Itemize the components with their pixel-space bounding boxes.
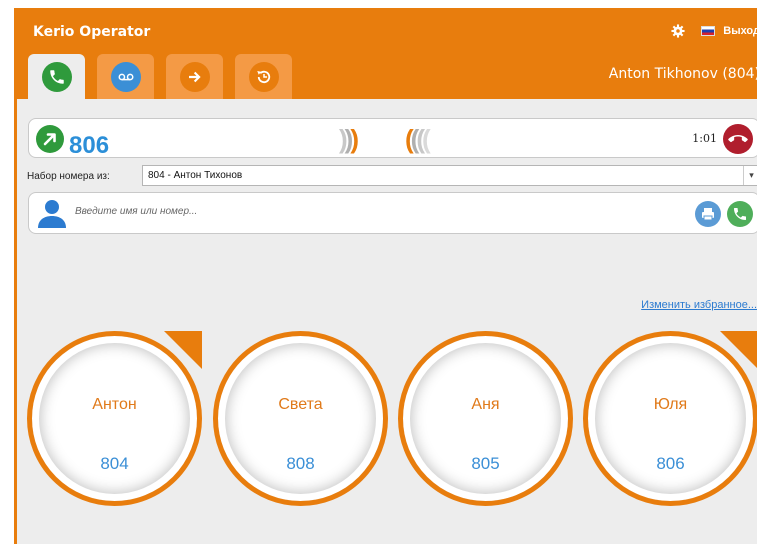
favorite-contact[interactable]: Антон 804 bbox=[27, 331, 202, 506]
favorite-corner-marker bbox=[720, 331, 757, 369]
favorite-name: Света bbox=[278, 396, 323, 413]
favorite-name: Юля bbox=[653, 396, 688, 413]
dial-from-value: 804 - Антон Тихонов bbox=[148, 170, 243, 181]
favorite-contact[interactable]: Аня 805 bbox=[398, 331, 573, 506]
contact-search-bar bbox=[28, 192, 757, 234]
tab-calls[interactable] bbox=[28, 54, 85, 99]
outgoing-arrow-icon bbox=[36, 125, 64, 153]
favorite-extension: 806 bbox=[656, 454, 685, 473]
favorite-circle bbox=[398, 331, 573, 506]
signal-in-icon: (((( bbox=[405, 124, 431, 154]
chevron-down-icon[interactable]: ▾ bbox=[743, 166, 757, 185]
russian-flag-icon[interactable] bbox=[701, 26, 716, 36]
phone-icon bbox=[41, 61, 72, 92]
arrow-right-icon bbox=[179, 61, 210, 92]
logout-link[interactable]: Выход bbox=[723, 25, 757, 37]
edit-favorites-link[interactable]: Изменить избранное... bbox=[641, 299, 757, 311]
favorite-extension: 804 bbox=[100, 454, 129, 473]
kerio-operator-window: Kerio Operator Выход Anton Tikhonov (804… bbox=[14, 8, 757, 544]
call-number: 806 bbox=[69, 132, 110, 159]
hangup-icon[interactable] bbox=[723, 124, 753, 154]
main-tabs bbox=[28, 54, 292, 99]
dial-phone-icon[interactable] bbox=[727, 201, 753, 227]
voicemail-icon bbox=[110, 61, 141, 92]
fax-icon[interactable] bbox=[695, 201, 721, 227]
header: Kerio Operator Выход Anton Tikhonov (804… bbox=[17, 8, 757, 99]
tab-history[interactable] bbox=[235, 54, 292, 99]
gear-icon[interactable] bbox=[671, 24, 685, 38]
tab-forward[interactable] bbox=[166, 54, 223, 99]
favorite-name: Аня bbox=[471, 396, 500, 413]
favorite-contact[interactable]: Юля 806 bbox=[583, 331, 757, 506]
favorite-extension: 805 bbox=[471, 454, 500, 473]
tab-voicemail[interactable] bbox=[97, 54, 154, 99]
favorite-contact[interactable]: Света 808 bbox=[213, 331, 388, 506]
history-icon bbox=[248, 61, 279, 92]
dial-from-select[interactable]: 804 - Антон Тихонов ▾ bbox=[142, 165, 757, 186]
favorite-name: Антон bbox=[92, 396, 137, 413]
search-input[interactable] bbox=[75, 206, 675, 217]
header-actions: Выход bbox=[671, 24, 757, 38]
app-title: Kerio Operator bbox=[33, 24, 151, 40]
favorite-extension: 808 bbox=[286, 454, 315, 473]
active-call-bar: 806 ))) (((( 1:01 bbox=[28, 118, 757, 159]
call-timer: 1:01 bbox=[692, 132, 717, 145]
dial-from-label: Набор номера из: bbox=[27, 171, 110, 182]
favorite-corner-marker bbox=[164, 331, 202, 369]
favorite-circle bbox=[213, 331, 388, 506]
current-user-label: Anton Tikhonov (804) bbox=[608, 66, 757, 82]
person-icon bbox=[38, 200, 66, 228]
signal-out-icon: ))) bbox=[339, 124, 359, 154]
